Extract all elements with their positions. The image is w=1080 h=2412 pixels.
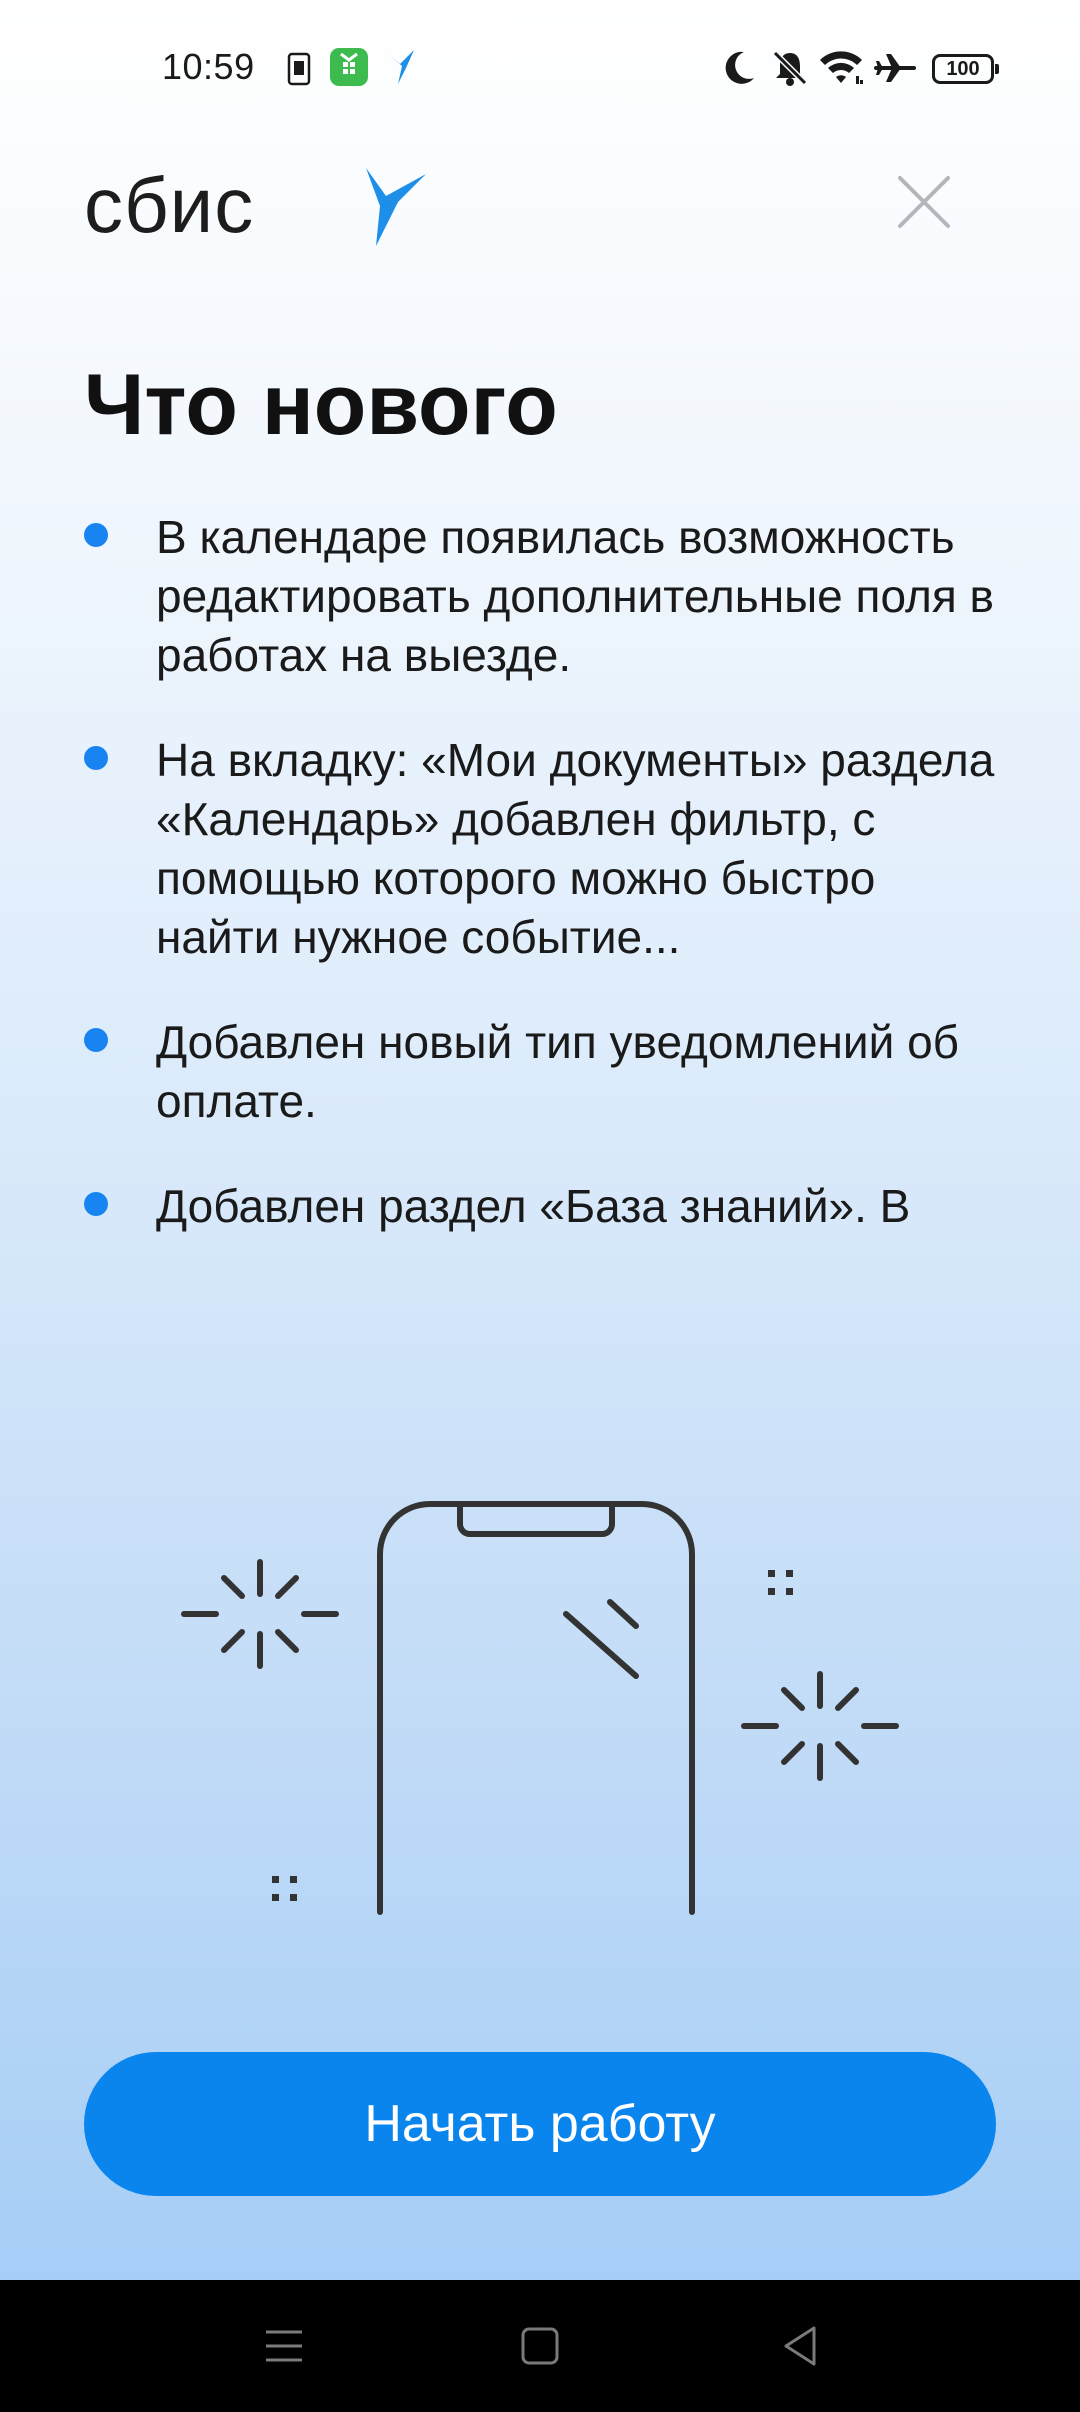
airplane-mode-icon [874, 54, 916, 82]
list-item-text: Добавлен раздел «База знаний». В [156, 1180, 911, 1232]
bullet-icon [84, 1028, 108, 1052]
list-item: Добавлен раздел «База знаний». В [84, 1177, 1004, 1236]
list-item-text: На вкладку: «Мои документы» раздела «Кал… [156, 734, 995, 963]
status-bar: 10:59 100 [0, 0, 1080, 130]
app-icon [330, 48, 368, 86]
wifi-icon [820, 51, 863, 84]
bullet-icon [84, 523, 108, 547]
list-item-text: Добавлен новый тип уведомлений об оплате… [156, 1016, 960, 1127]
home-square-icon[interactable] [504, 2310, 576, 2382]
list-item: На вкладку: «Мои документы» раздела «Кал… [84, 731, 1004, 967]
bullet-icon [84, 746, 108, 770]
bird-logo-icon [366, 168, 426, 246]
list-item: В календаре появилась возможность редакт… [84, 508, 1004, 685]
status-time: 10:59 [162, 46, 255, 87]
list-item-text: В календаре появилась возможность редакт… [156, 511, 994, 681]
do-not-disturb-moon-icon [725, 51, 754, 84]
battery-icon: 100 [932, 54, 999, 84]
page-title: Что нового [84, 357, 558, 453]
system-navigation-bar [0, 2280, 1080, 2412]
menu-icon[interactable] [248, 2310, 320, 2382]
start-work-button[interactable]: Начать работу [84, 2052, 996, 2196]
sbis-notification-icon [388, 50, 414, 84]
whats-new-list: В календаре появилась возможность редакт… [84, 508, 1004, 1282]
sim-icon [287, 52, 311, 86]
back-triangle-icon[interactable] [764, 2310, 836, 2382]
close-icon[interactable] [896, 174, 952, 230]
bullet-icon [84, 1192, 108, 1216]
list-item: Добавлен новый тип уведомлений об оплате… [84, 1013, 1004, 1131]
muted-bell-icon [772, 50, 808, 86]
phone-sparkles-illustration [181, 1501, 899, 1915]
logo-text: сбис [84, 161, 255, 249]
